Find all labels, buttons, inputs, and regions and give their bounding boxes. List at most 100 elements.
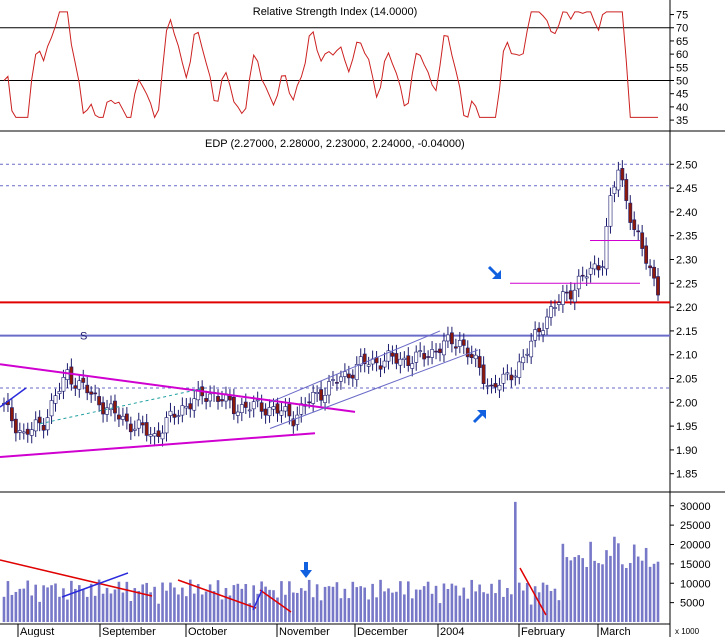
candle-body xyxy=(545,316,549,329)
volume-bar xyxy=(367,599,370,622)
volume-bar xyxy=(296,592,299,622)
volume-bar xyxy=(2,596,6,622)
candle-body xyxy=(113,400,117,414)
volume-bar xyxy=(474,591,477,622)
candle-body xyxy=(580,274,585,277)
volume-bar xyxy=(264,586,267,622)
candle-body xyxy=(124,413,129,422)
candle-body xyxy=(231,396,236,415)
candle-body xyxy=(263,408,268,416)
candle-body xyxy=(378,365,383,370)
candle-body xyxy=(537,327,542,333)
volume-bar xyxy=(200,594,204,622)
candle-body xyxy=(517,361,522,378)
volume-bar xyxy=(208,584,212,622)
candle-body xyxy=(283,406,288,412)
volume-bar xyxy=(640,560,644,622)
candle-body xyxy=(382,360,387,368)
price-tick-label: 2.40 xyxy=(676,207,697,219)
candle-body xyxy=(339,376,343,382)
volume-bar xyxy=(422,586,426,622)
volume-bar xyxy=(494,593,497,622)
volume-bar xyxy=(272,590,275,622)
volume-bar xyxy=(196,584,200,622)
date-tick-label: September xyxy=(102,626,156,637)
volume-bar xyxy=(351,581,355,622)
candle-body xyxy=(164,417,169,434)
candle-body xyxy=(251,401,256,410)
candle-body xyxy=(77,380,82,390)
candle-body xyxy=(501,373,506,384)
volume-tick-label: 5000 xyxy=(680,598,704,610)
candle-body xyxy=(136,419,141,429)
candle-body xyxy=(69,366,74,385)
price-title: EDP (2.27000, 2.28000, 2.23000, 2.24000,… xyxy=(205,138,465,150)
volume-bar xyxy=(347,598,351,622)
candle-body xyxy=(271,406,276,410)
volume-bar xyxy=(458,595,462,622)
volume-bar xyxy=(521,590,525,622)
rsi-tick-label: 35 xyxy=(676,115,688,127)
candle-body xyxy=(434,350,438,353)
candle-body xyxy=(457,340,462,347)
volume-bar xyxy=(652,563,656,622)
candle-body xyxy=(21,431,26,434)
volume-bar xyxy=(54,583,57,622)
volume-bar xyxy=(10,594,14,622)
candle-body xyxy=(148,434,153,437)
volume-bar xyxy=(109,593,113,622)
volume-bar xyxy=(240,588,244,622)
volume-bar xyxy=(406,581,410,622)
candle-body xyxy=(53,395,58,404)
volume-bar xyxy=(462,587,466,622)
candle-body xyxy=(572,289,577,303)
volume-bar xyxy=(557,600,561,622)
candle-body xyxy=(410,363,415,369)
candle-body xyxy=(259,402,264,412)
price-tick-label: 1.85 xyxy=(676,469,697,481)
candle-body xyxy=(208,393,213,402)
price-tick-label: 2.25 xyxy=(676,278,697,290)
volume-bar xyxy=(395,591,398,622)
volume-bar xyxy=(50,585,53,622)
price-tick-label: 2.10 xyxy=(676,350,697,362)
volume-bar xyxy=(66,599,69,622)
rsi-tick-label: 75 xyxy=(676,10,688,22)
volume-bar xyxy=(244,584,248,622)
price-tick-label: 2.35 xyxy=(676,231,697,243)
date-tick-label: August xyxy=(20,626,54,637)
volume-bar xyxy=(129,600,133,622)
candle-body xyxy=(513,375,518,378)
candle-body xyxy=(10,407,14,422)
candle-body xyxy=(45,417,50,431)
volume-bar xyxy=(173,587,176,622)
volume-bar xyxy=(153,586,156,622)
volume-bar xyxy=(42,585,45,622)
volume-bar xyxy=(38,601,41,622)
volume-bar xyxy=(454,585,458,622)
volume-bar xyxy=(30,595,34,622)
indicator-title: Relative Strength Index (14.0000) xyxy=(253,6,418,18)
volume-bar xyxy=(506,587,509,622)
volume-bar xyxy=(212,590,216,622)
volume-bar xyxy=(74,588,77,622)
volume-bar xyxy=(581,558,585,622)
candle-body xyxy=(188,403,193,410)
volume-bar xyxy=(636,556,640,622)
volume-bar xyxy=(565,557,569,622)
candle-body xyxy=(525,353,530,356)
candle-body xyxy=(275,403,280,414)
candle-body xyxy=(489,384,494,387)
volume-bar xyxy=(486,593,489,622)
volume-bar xyxy=(426,581,430,622)
candle-body xyxy=(553,307,557,309)
candle-body xyxy=(243,401,248,408)
volume-bar xyxy=(625,567,628,622)
price-tick-label: 2.30 xyxy=(676,254,697,266)
candle-body xyxy=(73,385,78,389)
volume-bar xyxy=(141,584,145,622)
volume-bar xyxy=(161,582,164,622)
volume-bar xyxy=(181,587,184,622)
candle-body xyxy=(152,433,157,437)
candle-body xyxy=(319,389,323,401)
